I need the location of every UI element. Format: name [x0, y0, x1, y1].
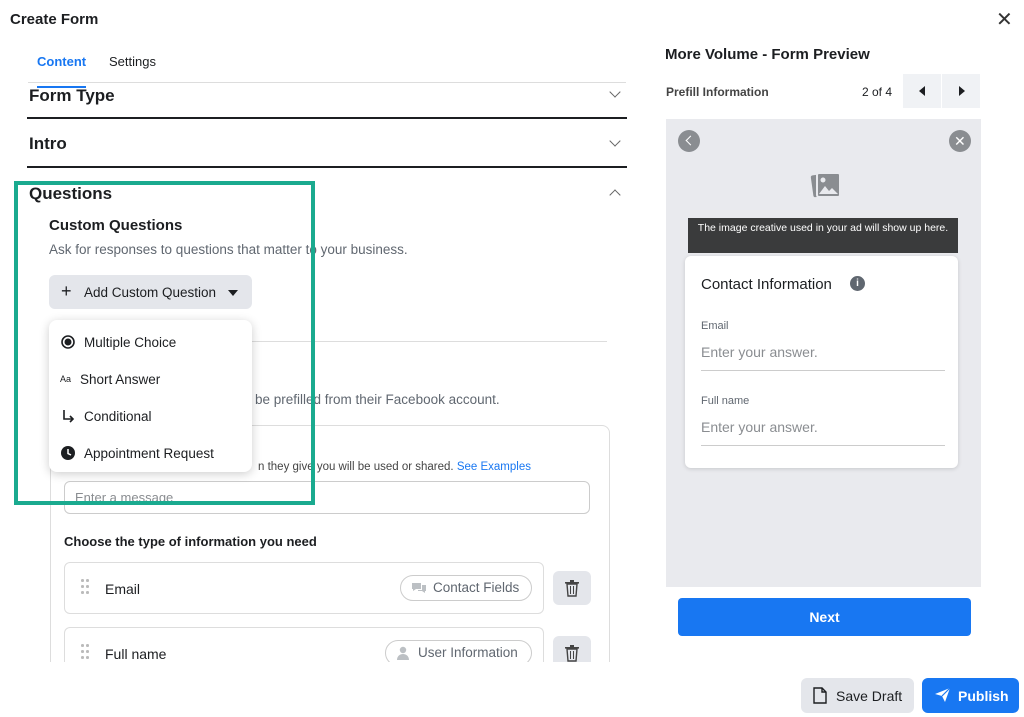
delete-email-button[interactable]: [553, 571, 591, 605]
drag-handle-icon[interactable]: [81, 644, 89, 660]
preview-field-label: Full name: [701, 395, 750, 407]
see-examples-link[interactable]: See Examples: [457, 461, 531, 473]
branch-icon: [63, 410, 75, 423]
drag-handle-icon[interactable]: [81, 579, 89, 595]
menu-item-conditional[interactable]: Conditional: [49, 397, 252, 434]
caret-down-icon: [228, 290, 238, 296]
clock-icon: [61, 446, 75, 460]
choose-info-label: Choose the type of information you need: [64, 534, 317, 549]
chevron-down-icon[interactable]: [609, 86, 621, 98]
close-icon[interactable]: ✕: [996, 10, 1013, 30]
chat-icon: [412, 583, 426, 593]
preview-page-indicator: 2 of 4: [862, 85, 893, 99]
menu-item-label: Conditional: [84, 409, 152, 424]
radio-icon: [61, 335, 75, 349]
custom-question-menu: Multiple Choice Aa Short Answer Conditio…: [49, 320, 252, 472]
preview-field-label: Email: [701, 320, 729, 332]
trash-icon: [565, 645, 579, 662]
section-intro[interactable]: Intro: [29, 134, 67, 154]
close-preview-icon[interactable]: ✕: [949, 130, 971, 152]
add-custom-question-button[interactable]: + Add Custom Question: [49, 275, 252, 309]
contact-info-title: Contact Information: [701, 276, 832, 293]
preview-email-input[interactable]: Enter your answer.: [701, 344, 945, 371]
menu-item-appointment-request[interactable]: Appointment Request: [49, 434, 252, 471]
back-icon[interactable]: [678, 130, 700, 152]
section-questions[interactable]: Questions: [29, 184, 112, 204]
tag-label: Contact Fields: [433, 580, 520, 595]
preview-full-name-input[interactable]: Enter your answer.: [701, 419, 945, 446]
menu-item-label: Short Answer: [80, 372, 161, 387]
menu-item-multiple-choice[interactable]: Multiple Choice: [49, 323, 252, 360]
custom-questions-description: Ask for responses to questions that matt…: [49, 242, 408, 257]
text-icon: Aa: [60, 374, 72, 384]
field-label: Email: [105, 581, 141, 597]
tab-settings[interactable]: Settings: [109, 52, 156, 80]
publish-button[interactable]: Publish: [922, 678, 1019, 713]
preview-title: More Volume - Form Preview: [665, 46, 870, 63]
image-placeholder-icon: [810, 172, 841, 198]
trash-icon: [565, 580, 579, 597]
field-row-full-name[interactable]: Full name User Information: [64, 627, 544, 667]
send-icon: [935, 687, 951, 702]
add-custom-question-label: Add Custom Question: [84, 285, 217, 300]
custom-questions-title: Custom Questions: [49, 217, 183, 234]
section-form-type[interactable]: Form Type: [29, 86, 115, 106]
scroll-mask: [0, 662, 640, 717]
prev-page-button[interactable]: [903, 74, 941, 108]
menu-item-short-answer[interactable]: Aa Short Answer: [49, 360, 252, 397]
section-divider: [27, 117, 627, 119]
menu-item-label: Appointment Request: [84, 446, 214, 461]
section-divider: [27, 166, 627, 168]
document-icon: [813, 687, 827, 704]
prefill-description: be prefilled from their Facebook account…: [255, 392, 500, 407]
info-icon[interactable]: i: [850, 276, 865, 291]
publish-label: Publish: [958, 688, 1009, 704]
field-row-email[interactable]: Email Contact Fields: [64, 562, 544, 614]
save-draft-button[interactable]: Save Draft: [801, 678, 914, 713]
tag-label: User Information: [418, 645, 518, 660]
person-icon: [397, 646, 409, 660]
tab-bar: Content Settings: [28, 52, 626, 88]
tab-content[interactable]: Content: [37, 52, 87, 88]
contact-fields-tag: Contact Fields: [400, 575, 532, 601]
prefill-note: n they give you will be used or shared. …: [258, 461, 531, 473]
save-draft-label: Save Draft: [836, 688, 903, 704]
preview-section-name: Prefill Information: [666, 85, 769, 99]
image-tooltip: The image creative used in your ad will …: [688, 218, 958, 253]
chevron-down-icon[interactable]: [609, 135, 621, 147]
message-input[interactable]: Enter a message: [64, 481, 590, 514]
prefill-note-text: n they give you will be used or shared.: [258, 461, 454, 473]
plus-icon: +: [61, 281, 72, 301]
arrow-right-icon: [959, 86, 965, 96]
dialog-title: Create Form: [10, 11, 99, 28]
chevron-up-icon[interactable]: [609, 189, 621, 201]
arrow-left-icon: [919, 86, 925, 96]
menu-item-label: Multiple Choice: [84, 335, 177, 350]
next-button[interactable]: Next: [678, 598, 971, 636]
field-label: Full name: [105, 646, 167, 662]
next-page-button[interactable]: [942, 74, 980, 108]
